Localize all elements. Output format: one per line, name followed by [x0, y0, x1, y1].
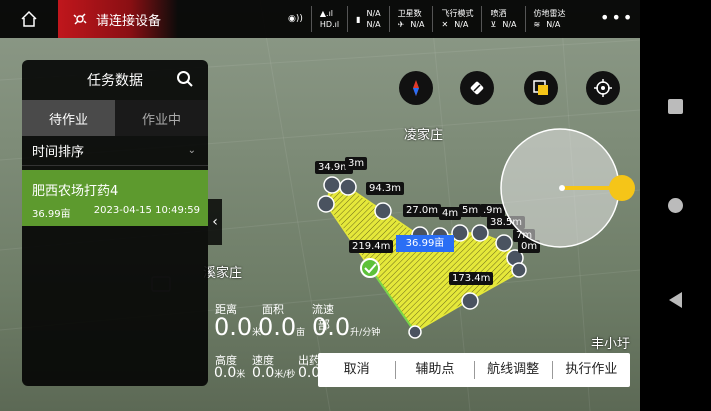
segment-length-label: 27.0m — [403, 204, 442, 217]
overlay-text: 部 — [318, 318, 331, 332]
connect-label: 请连接设备 — [96, 13, 162, 29]
dial-handle[interactable] — [609, 175, 635, 201]
home-nav-button[interactable] — [668, 198, 683, 213]
waypoint[interactable] — [374, 202, 392, 220]
layers-icon — [533, 80, 548, 95]
height-value: 0.0米 — [214, 365, 246, 381]
waypoint[interactable] — [408, 325, 422, 339]
heading-dial[interactable] — [500, 128, 640, 248]
task-panel: 任务数据 待作业 作业中 时间排序 ⌄ 肥西农场打药4 36.99亩 2023-… — [22, 60, 208, 386]
battery-status: ▮ N/A N/A — [347, 6, 389, 32]
battery-icon: ▮ — [356, 14, 361, 24]
collapse-panel-button[interactable]: ‹ — [208, 199, 222, 245]
locate-button[interactable] — [586, 71, 620, 105]
task-name: 肥西农场打药4 — [32, 184, 119, 199]
spray-icon: ⊻ — [490, 20, 497, 29]
eraser-button[interactable] — [460, 71, 494, 105]
waypoint[interactable] — [511, 262, 527, 278]
segment-length-label: 3m — [345, 157, 368, 170]
start-point[interactable] — [360, 258, 380, 278]
waypoint[interactable] — [323, 176, 341, 194]
more-menu-button[interactable]: ••• — [600, 8, 634, 27]
waypoint[interactable] — [461, 292, 479, 310]
segment-length-label: 94.3m — [366, 182, 405, 195]
task-date: 2023-04-15 10:49:59 — [93, 205, 200, 216]
route-adjust-button[interactable]: 航线调整 — [473, 361, 552, 379]
connect-device-button[interactable]: 请连接设备 — [58, 0, 178, 38]
map-place-label: 溪家庄 — [203, 266, 243, 281]
recents-button[interactable] — [668, 99, 683, 114]
map-place-label: 凌家庄 — [404, 128, 444, 143]
drone-icon: ✕ — [441, 20, 449, 29]
segment-length-label: 173.4m — [449, 272, 494, 285]
dosage-value: 0.0升 — [298, 365, 318, 381]
area-badge: 36.99亩 — [396, 235, 454, 252]
map-place-label: 丰小圩 — [591, 337, 631, 352]
waypoint[interactable] — [339, 178, 357, 196]
link-signal: ▲.ıl HD.ıl — [310, 6, 347, 32]
action-bar: 取消 辅助点 航线调整 执行作业 — [318, 353, 630, 387]
distance-value: 0.0米 — [214, 313, 262, 341]
home-icon — [21, 10, 37, 27]
flight-mode-status: 飞行模式 ✕ N/A — [432, 6, 481, 32]
crosshair-icon — [594, 79, 612, 97]
waypoint[interactable] — [317, 195, 335, 213]
waypoint[interactable] — [471, 224, 489, 242]
segment-length-label: 5m — [459, 204, 482, 217]
tab-pending[interactable]: 待作业 — [22, 100, 115, 136]
area-value: 0.0亩 — [258, 313, 306, 341]
system-nav-bar — [640, 0, 711, 411]
link-broken-icon — [73, 13, 87, 25]
search-icon[interactable] — [176, 70, 194, 88]
sort-dropdown[interactable]: 时间排序 ⌄ — [22, 136, 208, 166]
segment-length-label: 219.4m — [349, 240, 394, 253]
layers-button[interactable] — [524, 71, 558, 105]
spray-status: 喷洒 ⊻ N/A — [481, 6, 524, 32]
signal-icon: ◉)) — [288, 13, 303, 24]
radar-icon: ≋ — [533, 20, 541, 29]
eraser-icon — [470, 81, 484, 95]
satellite-icon: ✈ — [397, 20, 405, 29]
sort-label: 时间排序 — [32, 145, 85, 160]
rc-signal: ◉)) — [280, 6, 311, 32]
compass-icon — [413, 80, 419, 96]
home-button[interactable] — [0, 0, 58, 38]
execute-job-button[interactable]: 执行作业 — [551, 361, 630, 379]
top-status-bar: 请连接设备 ◉)) ▲.ıl HD.ıl ▮ N/A N/A 卫星数 ✈ N/A 飞行模式… — [0, 0, 640, 38]
compass-button[interactable] — [399, 71, 433, 105]
back-button[interactable] — [669, 292, 682, 308]
waypoint[interactable] — [451, 224, 469, 242]
radar-status: 仿地雷达 ≋ N/A — [524, 6, 574, 32]
cancel-button[interactable]: 取消 — [318, 361, 395, 379]
segment-length-label: 4m — [439, 207, 462, 220]
assist-point-button[interactable]: 辅助点 — [395, 361, 473, 379]
tab-in-progress[interactable]: 作业中 — [115, 100, 208, 136]
chevron-down-icon: ⌄ — [187, 145, 196, 156]
task-area: 36.99亩 — [32, 209, 71, 220]
task-item[interactable]: 肥西农场打药4 36.99亩 2023-04-15 10:49:59 — [22, 170, 208, 226]
chevron-left-icon: ‹ — [212, 214, 218, 230]
speed-value: 0.0米/秒 — [252, 365, 296, 381]
telemetry-group: ◉)) ▲.ıl HD.ıl ▮ N/A N/A 卫星数 ✈ N/A 飞行模式 ✕ N/A 喷… — [280, 0, 574, 38]
satellite-status: 卫星数 ✈ N/A — [388, 6, 433, 32]
panel-title: 任务数据 — [87, 73, 143, 89]
